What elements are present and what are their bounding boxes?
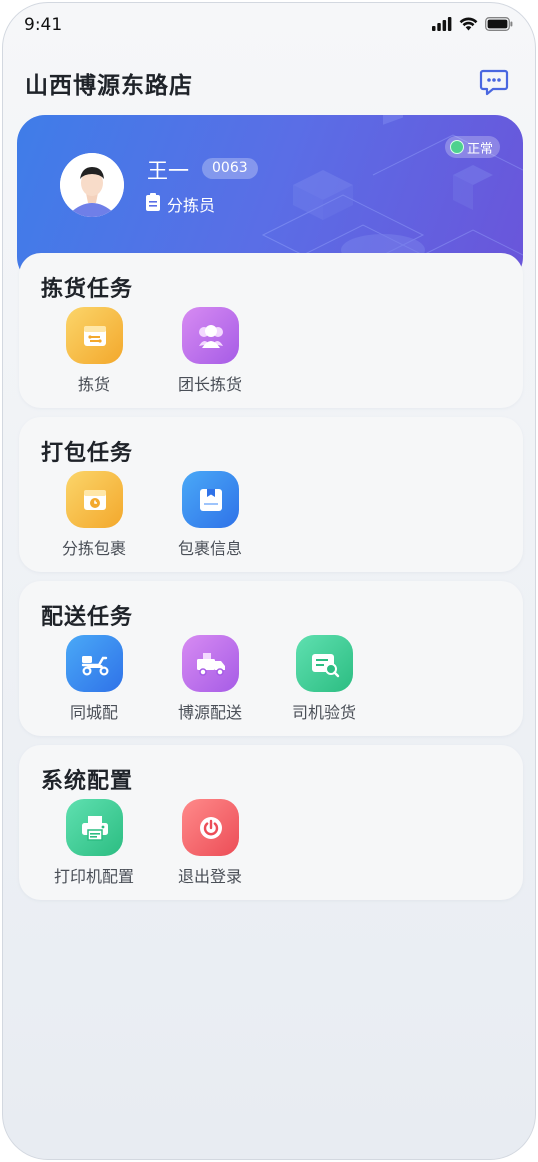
user-id-badge: 0063 (202, 158, 258, 179)
user-avatar-icon (60, 153, 124, 217)
truck-icon (182, 635, 239, 692)
tile-label: 同城配 (69, 703, 118, 722)
inspect-icon (296, 635, 353, 692)
tile-logout[interactable]: 退出登录 (155, 799, 265, 899)
section-title: 系统配置 (41, 769, 134, 794)
tile-local-delivery[interactable]: 同城配 (39, 635, 149, 735)
section-title: 打包任务 (41, 441, 134, 466)
avatar[interactable] (60, 153, 124, 217)
tile-leader-picking[interactable]: 团长拣货 (155, 307, 265, 407)
section-packing-tasks: 打包任务 分拣包裹 包裹信息 (19, 417, 523, 572)
status-bar: 9:41 (3, 3, 535, 47)
status-text: 正常 (467, 141, 494, 157)
tile-label: 团长拣货 (177, 375, 242, 394)
tile-label: 司机验货 (291, 703, 356, 722)
tile-label: 退出登录 (177, 867, 242, 886)
tile-label: 打印机配置 (53, 867, 134, 886)
status-badge: 正常 (445, 136, 501, 158)
tile-label: 拣货 (77, 375, 110, 394)
box-icon (66, 307, 123, 364)
status-icons (432, 17, 513, 31)
tile-label: 博源配送 (177, 703, 242, 722)
user-name: 王一 (147, 159, 189, 183)
printer-icon (66, 799, 123, 856)
tile-label: 包裹信息 (177, 539, 242, 558)
tile-driver-inspection[interactable]: 司机验货 (269, 635, 379, 735)
status-time: 9:41 (24, 15, 63, 35)
section-system-config: 系统配置 打印机配置 退出登录 (19, 745, 523, 900)
scooter-icon (66, 635, 123, 692)
section-picking-tasks: 拣货任务 拣货 团长拣货 (19, 253, 523, 408)
section-title: 配送任务 (41, 605, 134, 630)
id-badge-icon (146, 193, 160, 211)
package-info-icon (182, 471, 239, 528)
wifi-icon (459, 17, 478, 31)
users-icon (182, 307, 239, 364)
tile-printer-config[interactable]: 打印机配置 (39, 799, 149, 899)
tile-sort-packages[interactable]: 分拣包裹 (39, 471, 149, 571)
battery-icon (485, 17, 513, 31)
phone-screen: 9:41 山西博源东路店 王一 0063 分拣员 正常 拣货任务 拣货 团长拣货… (2, 2, 536, 1160)
signal-icon (432, 17, 452, 31)
tile-label: 分拣包裹 (61, 539, 126, 558)
power-icon (182, 799, 239, 856)
chat-bubble-icon[interactable] (479, 67, 509, 97)
tile-package-info[interactable]: 包裹信息 (155, 471, 265, 571)
status-dot-icon (450, 140, 464, 154)
tile-picking[interactable]: 拣货 (39, 307, 149, 407)
tile-boyuan-delivery[interactable]: 博源配送 (155, 635, 265, 735)
package-clock-icon (66, 471, 123, 528)
section-title: 拣货任务 (41, 277, 134, 302)
section-delivery-tasks: 配送任务 同城配 博源配送 司机验货 (19, 581, 523, 736)
user-role: 分拣员 (167, 196, 216, 215)
page-title: 山西博源东路店 (25, 73, 193, 99)
